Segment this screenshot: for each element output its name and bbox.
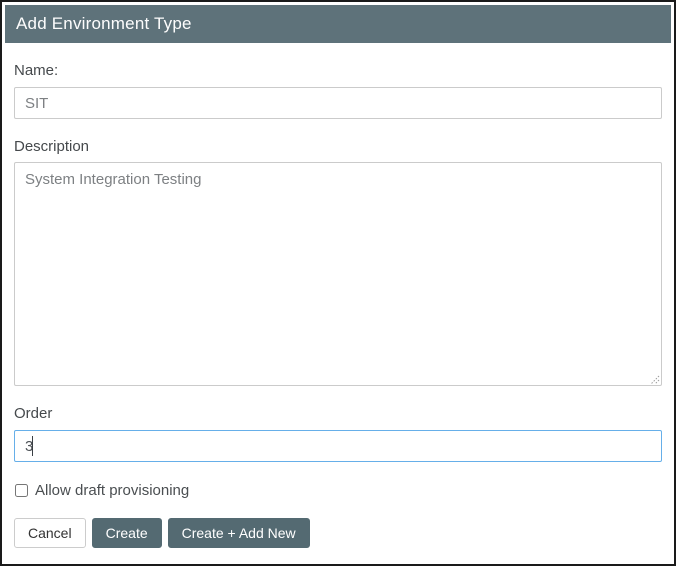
description-textarea-wrap	[14, 162, 662, 386]
draft-provisioning-row: Allow draft provisioning	[14, 482, 662, 499]
name-input[interactable]	[14, 87, 662, 119]
draft-provisioning-label: Allow draft provisioning	[35, 482, 189, 499]
resize-grip-icon[interactable]	[649, 372, 660, 383]
dialog-title: Add Environment Type	[16, 14, 192, 33]
order-input-wrap	[14, 430, 662, 462]
text-caret	[32, 436, 33, 456]
create-button[interactable]: Create	[92, 518, 162, 548]
order-label: Order	[14, 405, 662, 423]
dialog-header: Add Environment Type	[5, 5, 671, 43]
draft-provisioning-checkbox[interactable]	[15, 484, 28, 497]
description-label: Description	[14, 138, 662, 156]
create-add-new-button[interactable]: Create + Add New	[168, 518, 310, 548]
cancel-button[interactable]: Cancel	[14, 518, 86, 548]
order-input[interactable]	[14, 430, 662, 462]
dialog-button-row: Cancel Create Create + Add New	[14, 518, 662, 548]
name-label: Name:	[14, 62, 662, 80]
add-environment-type-dialog: Add Environment Type Name: Description O…	[0, 0, 676, 566]
dialog-body: Name: Description Order Allow draft prov…	[5, 62, 671, 548]
description-textarea[interactable]	[14, 162, 662, 386]
